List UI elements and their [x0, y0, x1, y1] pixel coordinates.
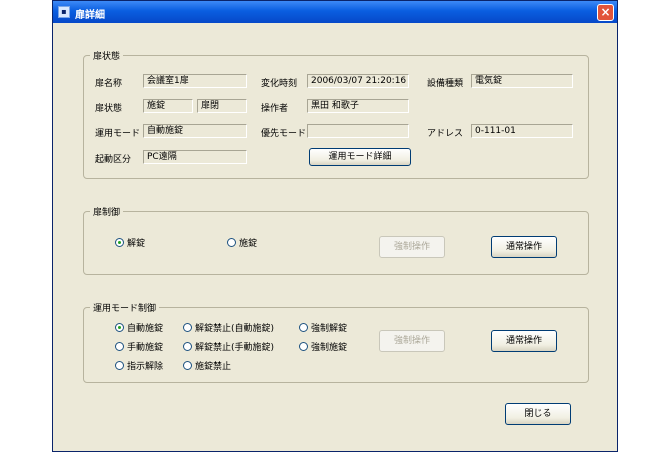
radio-manual-lock-indicator	[115, 342, 124, 351]
radio-unlock-prohibit-auto-indicator	[183, 323, 192, 332]
radio-manual-lock[interactable]: 手動施錠	[115, 342, 163, 353]
radio-auto-lock[interactable]: 自動施錠	[115, 323, 163, 334]
title-bar[interactable]: ▪ 扉詳細 ×	[53, 1, 617, 23]
door-status-group-label: 扉状態	[90, 49, 124, 62]
mode-normal-operation-button[interactable]: 通常操作	[491, 330, 557, 352]
door-control-group-label: 扉制御	[90, 205, 124, 218]
radio-cancel-instruction[interactable]: 指示解除	[115, 361, 163, 372]
change-time-label: 変化時刻	[261, 79, 298, 89]
radio-cancel-instruction-label: 指示解除	[127, 362, 164, 372]
change-time-field: 2006/03/07 21:20:16	[307, 74, 409, 88]
operator-field: 黒田 和歌子	[307, 99, 409, 113]
radio-lock-prohibit[interactable]: 施錠禁止	[183, 361, 231, 372]
radio-cancel-instruction-indicator	[115, 361, 124, 370]
door-open-state-field: 扉閉	[197, 99, 247, 113]
radio-manual-lock-label: 手動施錠	[127, 343, 164, 353]
radio-unlock-prohibit-manual-indicator	[183, 342, 192, 351]
radio-unlock-prohibit-manual-label: 解錠禁止(手動施錠)	[195, 343, 275, 353]
radio-lock[interactable]: 施錠	[227, 238, 257, 249]
window-title: 扉詳細	[75, 10, 105, 21]
device-type-field: 電気錠	[471, 74, 573, 88]
radio-lock-prohibit-label: 施錠禁止	[195, 362, 232, 372]
address-field: 0-111-01	[471, 124, 573, 138]
radio-forced-unlock-label: 強制解錠	[311, 324, 348, 334]
operator-label: 操作者	[261, 104, 289, 114]
door-name-label: 扉名称	[95, 79, 123, 89]
priority-mode-field	[307, 124, 409, 138]
radio-lock-indicator	[227, 238, 236, 247]
radio-unlock-indicator	[115, 238, 124, 247]
close-icon[interactable]: ×	[597, 4, 614, 21]
close-button[interactable]: 閉じる	[505, 403, 571, 425]
origin-label: 起動区分	[95, 155, 132, 165]
origin-field: PC遠隔	[143, 150, 247, 164]
door-name-field: 会議室1扉	[143, 74, 247, 88]
address-label: アドレス	[427, 129, 464, 139]
op-mode-detail-button[interactable]: 運用モード詳細	[309, 148, 411, 166]
door-detail-window: ▪ 扉詳細 × 扉状態 扉名称 会議室1扉 変化時刻 2006/03/07 21…	[52, 0, 618, 452]
radio-forced-lock-indicator	[299, 342, 308, 351]
radio-unlock[interactable]: 解錠	[115, 238, 145, 249]
op-mode-field: 自動施錠	[143, 124, 247, 138]
priority-mode-label: 優先モード	[261, 129, 307, 139]
mode-forced-operation-button[interactable]: 強制操作	[379, 330, 445, 352]
door-lock-state-field: 施錠	[143, 99, 193, 113]
door-normal-operation-button[interactable]: 通常操作	[491, 236, 557, 258]
radio-forced-unlock-indicator	[299, 323, 308, 332]
app-window-icon: ▪	[58, 6, 70, 18]
radio-unlock-prohibit-auto[interactable]: 解錠禁止(自動施錠)	[183, 323, 274, 334]
door-forced-operation-button[interactable]: 強制操作	[379, 236, 445, 258]
radio-unlock-label: 解錠	[127, 239, 146, 249]
radio-forced-lock[interactable]: 強制施錠	[299, 342, 347, 353]
door-state-label: 扉状態	[95, 104, 123, 114]
radio-forced-unlock[interactable]: 強制解錠	[299, 323, 347, 334]
device-type-label: 設備種類	[427, 79, 464, 89]
radio-unlock-prohibit-manual[interactable]: 解錠禁止(手動施錠)	[183, 342, 274, 353]
op-mode-label: 運用モード	[95, 129, 141, 139]
radio-lock-label: 施錠	[239, 239, 258, 249]
radio-unlock-prohibit-auto-label: 解錠禁止(自動施錠)	[195, 324, 275, 334]
radio-auto-lock-indicator	[115, 323, 124, 332]
radio-lock-prohibit-indicator	[183, 361, 192, 370]
mode-control-group-label: 運用モード制御	[90, 301, 160, 314]
radio-forced-lock-label: 強制施錠	[311, 343, 348, 353]
radio-auto-lock-label: 自動施錠	[127, 324, 164, 334]
